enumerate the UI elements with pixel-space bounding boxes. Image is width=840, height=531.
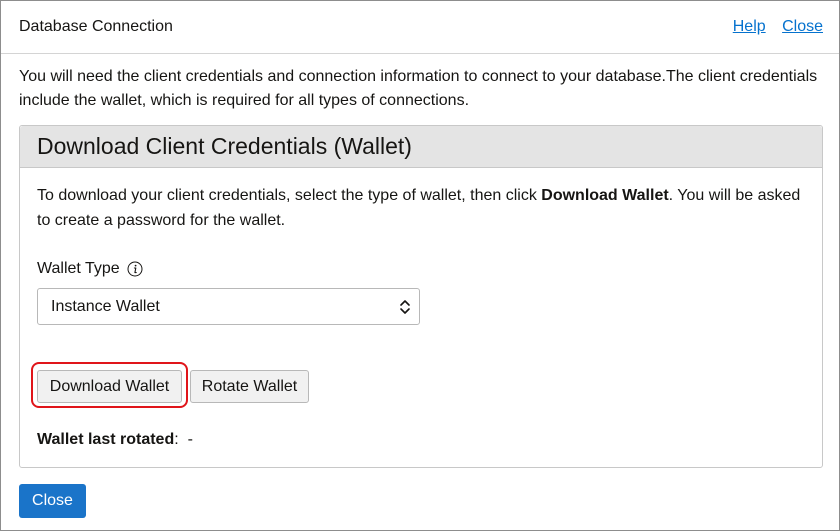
help-link[interactable]: Help — [733, 18, 766, 35]
wallet-last-rotated-label: Wallet last rotated — [37, 431, 175, 448]
intro-text: You will need the client credentials and… — [19, 68, 818, 109]
database-connection-dialog: Database Connection Help Close You will … — [0, 0, 840, 531]
wallet-type-select[interactable]: Instance Wallet — [37, 288, 420, 325]
chevron-up-down-icon — [399, 298, 411, 316]
wallet-last-rotated: Wallet last rotated: - — [37, 431, 193, 449]
close-button[interactable]: Close — [19, 484, 86, 518]
header-links: Help Close — [721, 18, 823, 36]
dialog-title: Database Connection — [19, 18, 173, 35]
wallet-type-label: Wallet Type — [37, 260, 143, 278]
wallet-type-select-value: Instance Wallet — [51, 298, 160, 315]
panel-description: To download your client credentials, sel… — [37, 183, 807, 233]
info-icon[interactable] — [127, 261, 143, 277]
download-wallet-button[interactable]: Download Wallet — [37, 370, 182, 403]
download-credentials-panel: Download Client Credentials (Wallet) To … — [19, 125, 823, 468]
wallet-type-label-text: Wallet Type — [37, 260, 120, 277]
close-link[interactable]: Close — [782, 18, 823, 35]
panel-description-start: To download your client credentials, sel… — [37, 187, 542, 204]
wallet-last-rotated-separator: : — [174, 431, 188, 448]
wallet-last-rotated-value: - — [187, 431, 193, 448]
rotate-wallet-button[interactable]: Rotate Wallet — [190, 370, 309, 403]
panel-title: Download Client Credentials (Wallet) — [37, 133, 412, 159]
panel-description-bold: Download Wallet — [541, 187, 669, 204]
dialog-header: Database Connection Help Close — [1, 1, 839, 54]
